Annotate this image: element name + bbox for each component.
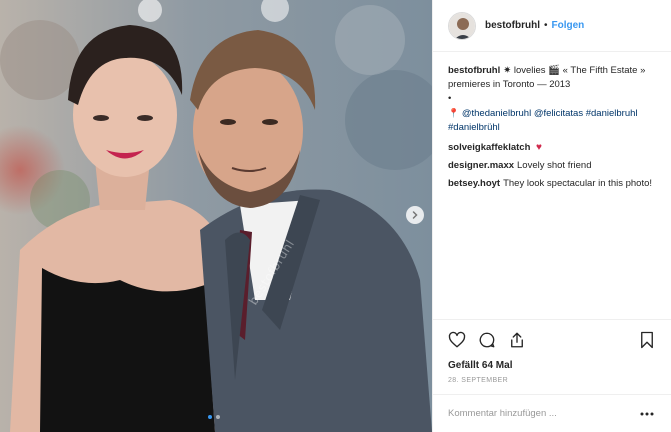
header-separator: • [544,20,548,31]
more-options-button[interactable] [638,405,656,423]
like-button[interactable] [446,329,468,351]
photo-image [0,0,432,432]
caption-tag[interactable]: #danielbrühl [448,122,500,133]
comment-text: Lovely shot friend [517,160,592,171]
comment-input[interactable] [448,408,638,419]
post-header: bestofbruhl • Folgen [433,0,671,52]
comment-username[interactable]: betsey.hoyt [448,178,500,189]
header-username[interactable]: bestofbruhl [485,20,540,31]
pin-icon: 📍 [448,108,460,118]
save-button[interactable] [636,329,658,351]
more-options-icon [640,412,654,415]
caption-text-line1: ✷ lovelies 🎬 « The Fifth Estate » [503,65,646,76]
comment-item: betsey.hoyt They look spectacular in this… [448,177,656,191]
share-button[interactable] [506,329,528,351]
action-bar [433,319,671,359]
caption-tag[interactable]: @thedanielbruhl [462,108,531,119]
post-photo[interactable]: bestofbruhl [0,0,432,432]
caption-tag[interactable]: @felicitatas [534,108,583,119]
next-image-button[interactable] [406,206,424,224]
carousel-dot [216,415,220,419]
post-sidebar: bestofbruhl • Folgen bestofbruhl ✷ loveli… [432,0,671,432]
likes-count[interactable]: Gefällt 64 Mal [433,359,671,373]
post-date: 28. SEPTEMBER [448,377,509,384]
comment-username[interactable]: designer.maxx [448,160,514,171]
comment-item: designer.maxx Lovely shot friend [448,159,656,173]
carousel-dot-active [208,415,212,419]
instagram-post: bestofbruhl bestofbruhl • Folgen bestofb… [0,0,671,432]
heart-icon [448,331,466,347]
comment-item: solveigkaffeklatch ♥ [448,141,656,155]
heart-emoji: ♥ [536,142,542,153]
avatar-image [449,12,475,39]
follow-button[interactable]: Folgen [552,20,585,31]
comment-text: They look spectacular in this photo! [503,178,653,189]
avatar[interactable] [448,11,476,40]
caption-username[interactable]: bestofbruhl [448,65,500,76]
comment-button[interactable] [476,329,498,351]
share-icon [511,332,523,347]
comment-icon [479,332,495,347]
caption-bullet: • [448,93,452,104]
caption-text-line2: premieres in Toronto — 2013 [448,79,571,90]
bookmark-icon [641,331,653,348]
comments-list: bestofbruhl ✷ lovelies 🎬 « The Fifth Esta… [433,52,671,319]
caption-tag[interactable]: #danielbruhl [586,108,638,119]
comment-username[interactable]: solveigkaffeklatch [448,142,530,153]
caption: bestofbruhl ✷ lovelies 🎬 « The Fifth Esta… [448,64,656,135]
chevron-right-icon [412,211,418,219]
add-comment-bar [433,394,671,432]
carousel-indicator [208,415,220,419]
